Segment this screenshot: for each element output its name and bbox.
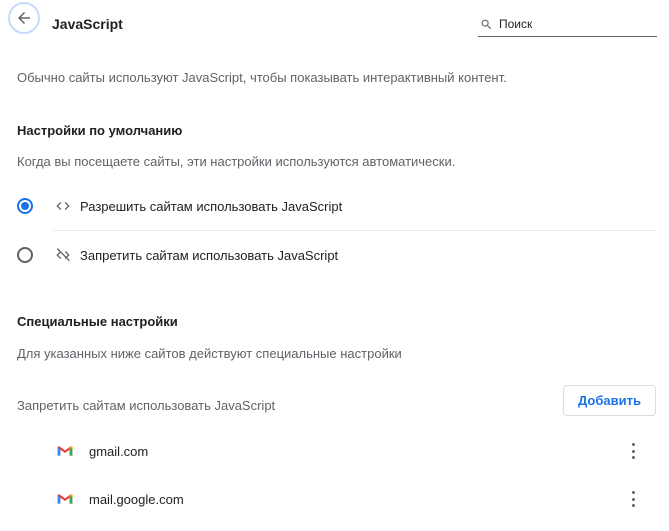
dot [631,497,635,501]
default-settings-heading: Настройки по умолчанию [17,123,183,138]
code-off-icon [54,246,72,264]
custom-settings-heading: Специальные настройки [17,314,178,329]
page-title: JavaScript [52,16,123,32]
radio-allow-javascript[interactable]: Разрешить сайтам использовать JavaScript [17,186,657,226]
divider [53,230,657,231]
site-row-mail-google-com: mail.google.com [53,477,657,521]
gmail-icon [57,494,73,504]
site-name: gmail.com [89,443,149,459]
javascript-settings-page: JavaScript Обычно сайты используют JavaS… [0,0,669,531]
radio-label: Разрешить сайтам использовать JavaScript [80,198,343,214]
back-button[interactable] [8,2,40,34]
add-site-button[interactable]: Добавить [563,385,656,416]
intro-text: Обычно сайты используют JavaScript, чтоб… [17,70,507,85]
search-field[interactable] [478,12,657,37]
dot [631,491,635,494]
radio-block-javascript[interactable]: Запретить сайтам использовать JavaScript [17,235,657,275]
more-actions-button[interactable] [625,491,641,507]
dot [631,504,635,507]
gmail-icon [57,446,73,456]
search-icon [481,19,492,29]
site-name: mail.google.com [89,491,184,507]
default-settings-description: Когда вы посещаете сайты, эти настройки … [17,154,456,169]
radio-button-checked[interactable] [17,198,33,214]
dot [631,443,635,446]
custom-settings-description: Для указанных ниже сайтов действуют спец… [17,346,402,361]
arrow-back-icon [18,12,30,24]
radio-button-unchecked[interactable] [17,247,33,263]
dot [631,456,635,459]
code-icon [54,197,72,215]
more-actions-button[interactable] [625,443,641,459]
site-row-gmail-com: gmail.com [53,429,657,473]
radio-label: Запретить сайтам использовать JavaScript [80,247,339,263]
block-list-title: Запретить сайтам использовать JavaScript [17,398,276,413]
dot [631,449,635,453]
search-input[interactable] [499,17,649,31]
